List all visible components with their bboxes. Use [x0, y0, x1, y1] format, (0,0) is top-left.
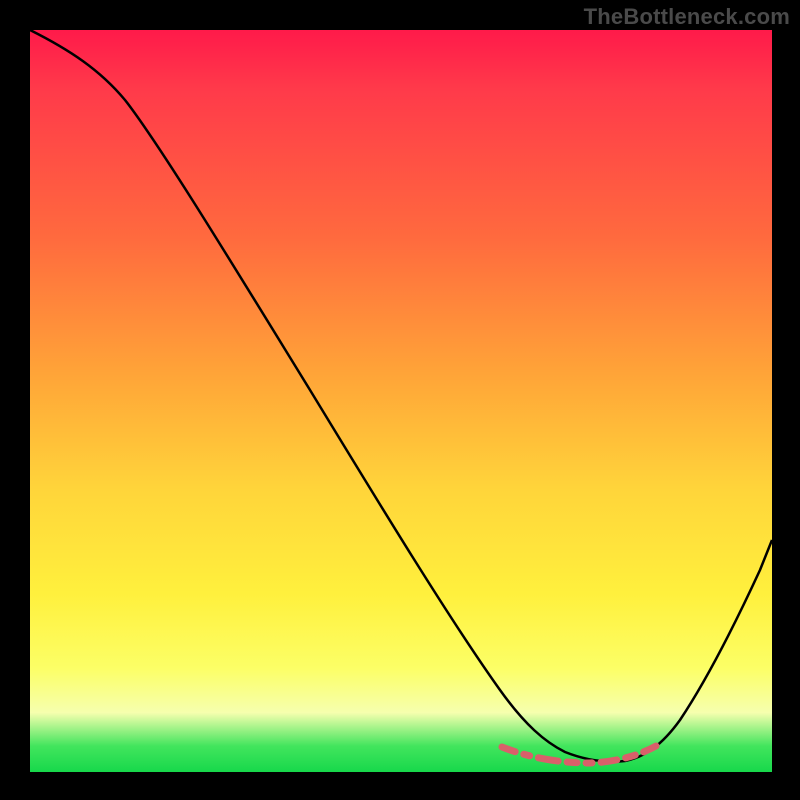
plot-area [30, 30, 772, 772]
watermark-text: TheBottleneck.com [584, 4, 790, 30]
chart-frame: TheBottleneck.com [0, 0, 800, 800]
bottleneck-curve [30, 30, 772, 762]
optimal-range-marker [502, 746, 656, 763]
chart-svg [30, 30, 772, 772]
